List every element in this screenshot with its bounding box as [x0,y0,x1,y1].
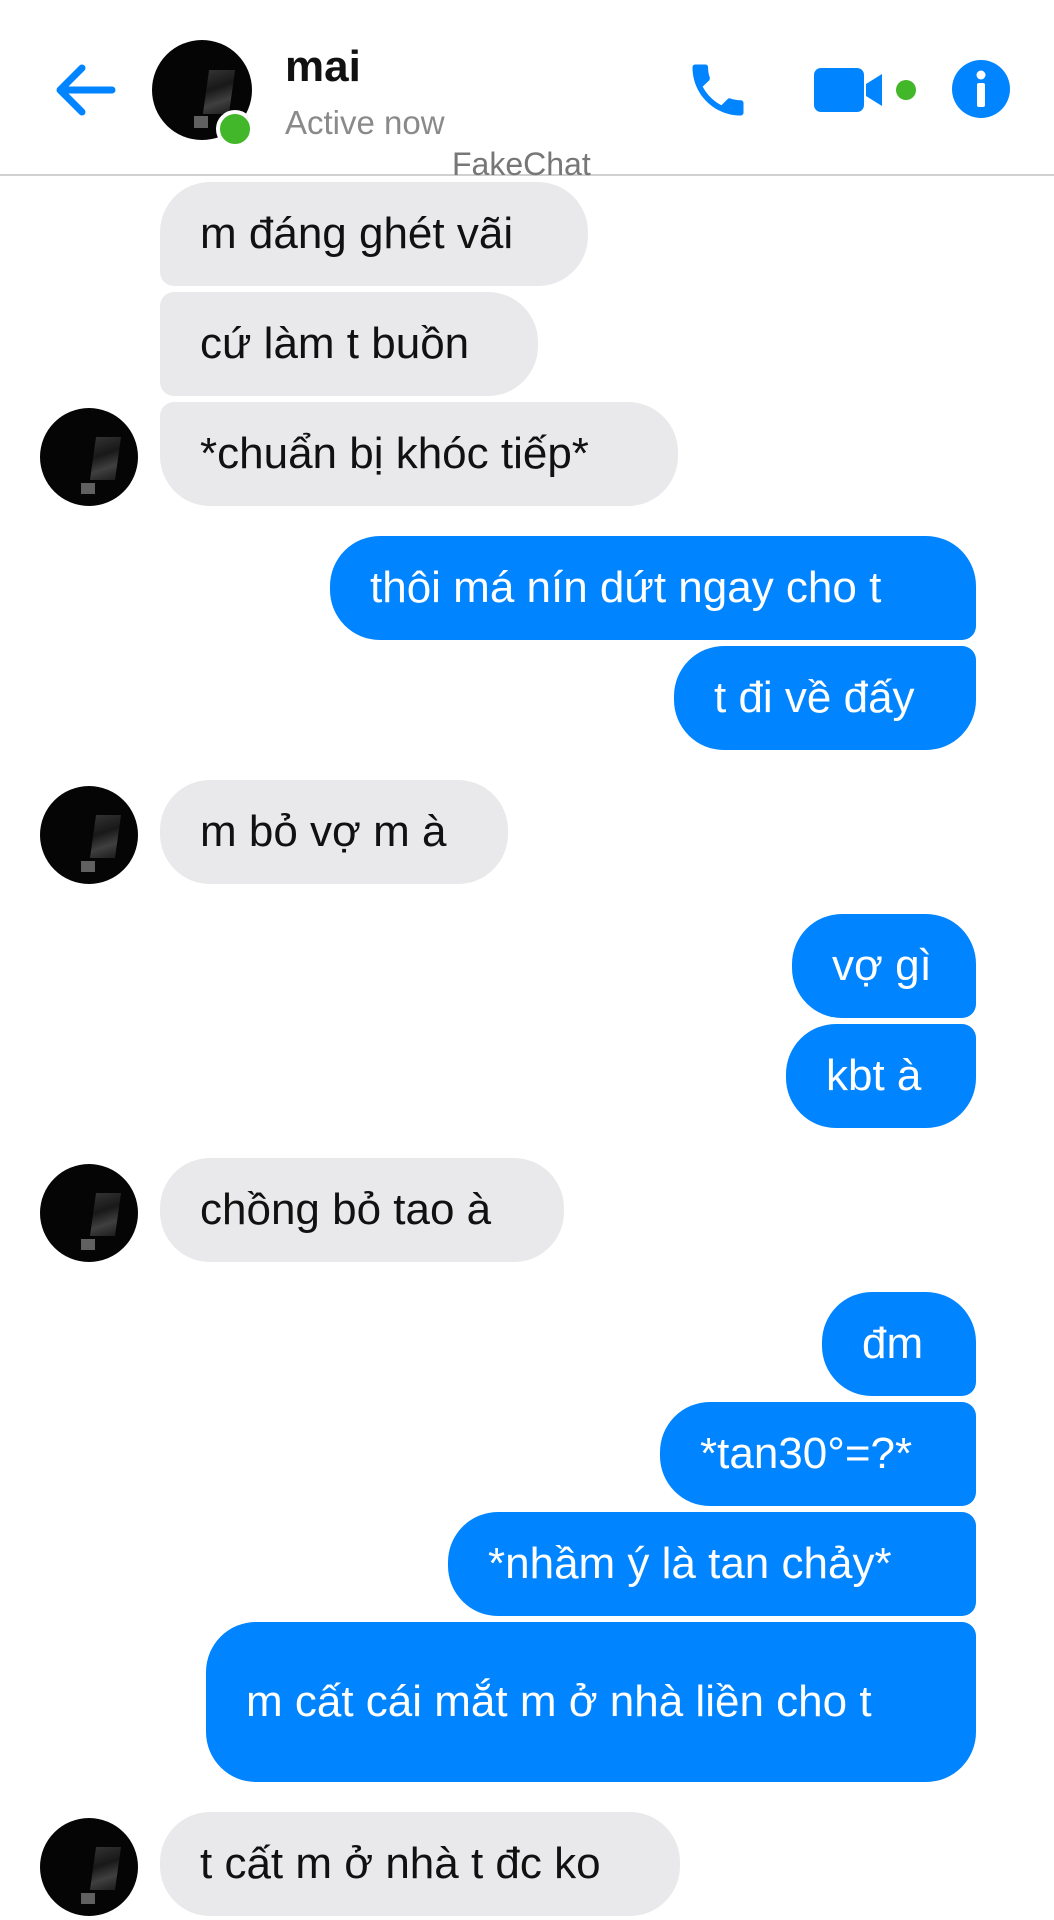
outgoing-message[interactable]: đm [822,1292,976,1396]
watermark: FakeChat [452,146,591,182]
incoming-message[interactable]: m đáng ghét vãi [160,182,588,286]
back-button[interactable] [52,60,118,120]
sender-avatar[interactable] [40,1818,138,1916]
outgoing-message[interactable]: *tan30°=?* [660,1402,976,1506]
incoming-message[interactable]: cứ làm t buồn [160,292,538,396]
sender-avatar[interactable] [40,786,138,884]
conversation-header: mai Active now FakeChat [0,0,1054,182]
arrow-left-icon [56,64,116,116]
phone-icon [692,64,744,116]
online-status-dot [216,110,254,148]
video-call-button[interactable] [814,62,922,118]
video-camera-icon [814,68,916,112]
call-button[interactable] [684,56,752,124]
info-button[interactable] [952,60,1010,118]
outgoing-message[interactable]: *nhầm ý là tan chảy* [448,1512,976,1616]
outgoing-message[interactable]: thôi má nín dứt ngay cho t [330,536,976,640]
outgoing-message[interactable]: m cất cái mắt m ở nhà liền cho t [206,1622,976,1782]
incoming-message[interactable]: *chuẩn bị khóc tiếp* [160,402,678,506]
contact-name[interactable]: mai [285,42,361,92]
sender-avatar[interactable] [40,1164,138,1262]
incoming-message[interactable]: m bỏ vợ m à [160,780,508,884]
outgoing-message[interactable]: t đi về đấy [674,646,976,750]
incoming-message[interactable]: chồng bỏ tao à [160,1158,564,1262]
info-icon [952,60,1010,118]
incoming-message[interactable]: t cất m ở nhà t đc ko [160,1812,680,1916]
sender-avatar[interactable] [40,408,138,506]
outgoing-message[interactable]: vợ gì [792,914,976,1018]
chat-screen: mai Active now FakeChat m đáng ghét vãi … [0,0,1054,1920]
outgoing-message[interactable]: kbt à [786,1024,976,1128]
active-status: Active now [285,104,445,141]
